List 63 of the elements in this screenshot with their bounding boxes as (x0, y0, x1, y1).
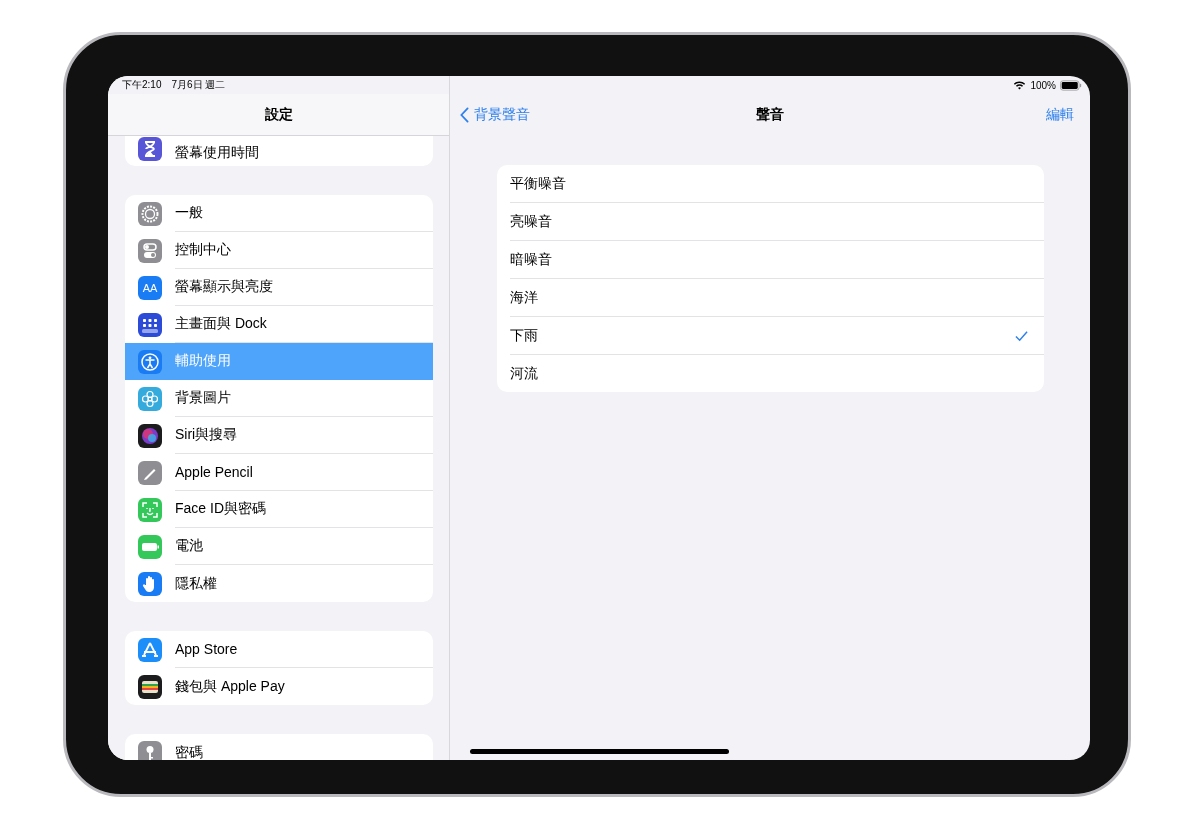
battery-icon (138, 534, 162, 559)
gear-icon (138, 201, 162, 226)
sound-option[interactable]: 平衡噪音 (510, 165, 1044, 203)
sound-option[interactable]: 海洋 (510, 279, 1044, 317)
sound-option[interactable]: 河流 (510, 355, 1044, 392)
sound-option-label: 海洋 (510, 288, 539, 307)
settings-item[interactable]: 密碼 (125, 734, 433, 760)
sound-option-label: 平衡噪音 (510, 174, 567, 193)
settings-item[interactable]: Apple Pencil (125, 454, 433, 491)
battery-percent: 100% (1030, 79, 1056, 91)
settings-item-label: Face ID與密碼 (175, 491, 433, 528)
settings-item[interactable]: App Store (125, 631, 433, 668)
settings-item-label: 隱私權 (175, 573, 218, 593)
settings-item[interactable]: 一般 (125, 195, 433, 232)
text-size-icon: AA (138, 275, 162, 300)
settings-item[interactable]: Face ID與密碼 (125, 491, 433, 528)
settings-item-label: 螢幕顯示與亮度 (175, 269, 433, 306)
settings-item-label: 密碼 (175, 742, 204, 760)
sidebar-title: 設定 (264, 105, 293, 124)
settings-item-label: 輔助使用 (175, 343, 433, 380)
orb-icon (138, 423, 162, 448)
status-time: 下午2:10 (122, 78, 162, 92)
settings-item[interactable]: 隱私權 (125, 565, 433, 602)
status-date: 7月6日 週二 (171, 78, 226, 92)
wifi-icon (1013, 80, 1027, 90)
settings-item-label: 電池 (175, 528, 433, 565)
settings-item-label: 一般 (175, 195, 433, 232)
sound-option[interactable]: 下雨 (510, 317, 1044, 355)
sound-option-label: 亮噪音 (510, 212, 553, 231)
settings-item[interactable]: Siri與搜尋 (125, 417, 433, 454)
battery-icon (1060, 79, 1082, 91)
settings-item-label: Siri與搜尋 (175, 417, 433, 454)
sound-option-label: 暗噪音 (510, 250, 553, 269)
page-title: 聲音 (756, 106, 784, 124)
edit-button[interactable]: 編輯 (1046, 106, 1074, 124)
face-icon (138, 497, 162, 522)
settings-item-label: 控制中心 (175, 232, 433, 269)
pencil-icon (138, 460, 162, 485)
app-grid-icon (138, 312, 162, 337)
back-button[interactable]: 背景聲音 (460, 106, 530, 124)
sound-option-label: 下雨 (510, 326, 539, 345)
settings-item-label: 螢幕使用時間 (175, 143, 260, 162)
settings-item[interactable]: 控制中心 (125, 232, 433, 269)
accessibility-icon (138, 349, 162, 374)
sound-option[interactable]: 亮噪音 (510, 203, 1044, 241)
settings-item[interactable]: 背景圖片 (125, 380, 433, 417)
flower-icon (138, 386, 162, 411)
sound-option-label: 河流 (510, 364, 539, 383)
settings-item[interactable]: 電池 (125, 528, 433, 565)
settings-item-label: 背景圖片 (175, 380, 433, 417)
settings-item[interactable]: 錢包與 Apple Pay (125, 668, 433, 705)
app-store-icon (138, 637, 162, 662)
settings-item[interactable]: AA 螢幕顯示與亮度 (125, 269, 433, 306)
wallet-icon (138, 674, 162, 699)
settings-item-label: App Store (175, 631, 433, 668)
back-label: 背景聲音 (474, 106, 530, 124)
hand-icon (138, 571, 162, 596)
settings-item-label: 錢包與 Apple Pay (175, 676, 286, 696)
sound-option[interactable]: 暗噪音 (510, 241, 1044, 279)
settings-item-label: Apple Pencil (175, 454, 433, 491)
settings-item[interactable]: 螢幕使用時間 (125, 136, 433, 166)
chevron-left-icon (460, 107, 469, 123)
toggle-icon (138, 238, 162, 263)
